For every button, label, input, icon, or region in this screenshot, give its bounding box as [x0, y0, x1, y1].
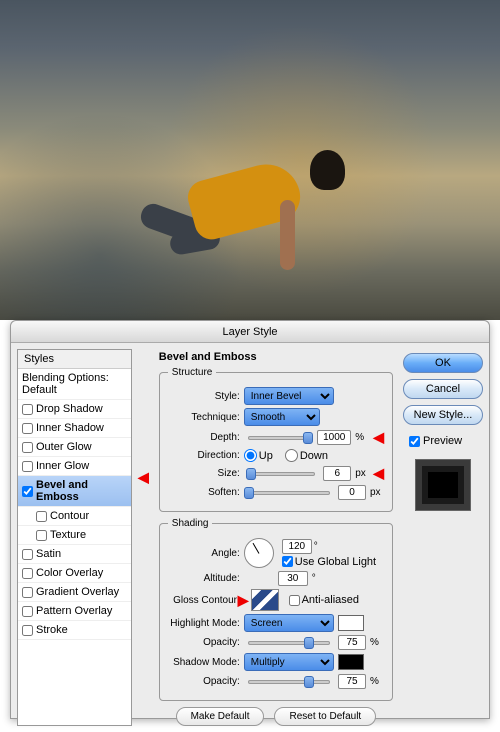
section-title: Bevel and Emboss: [159, 351, 393, 363]
styles-header[interactable]: Styles: [18, 350, 131, 369]
settings-panel: Bevel and Emboss Structure Style: Inner B…: [155, 349, 397, 726]
checkbox-color-overlay[interactable]: [22, 568, 33, 579]
checkbox-inner-glow[interactable]: [22, 461, 33, 472]
blending-options-row[interactable]: Blending Options: Default: [18, 369, 131, 400]
checkbox-stroke[interactable]: [22, 625, 33, 636]
altitude-label: Altitude:: [168, 573, 240, 584]
style-inner-shadow[interactable]: Inner Shadow: [18, 419, 131, 438]
shadow-color-swatch[interactable]: [338, 654, 364, 670]
soften-slider[interactable]: [248, 491, 330, 495]
annotation-arrow-icon: ◀: [373, 429, 384, 446]
make-default-button[interactable]: Make Default: [176, 707, 265, 726]
gloss-contour-picker[interactable]: [251, 589, 279, 611]
preview-swatch: [415, 459, 471, 511]
ok-button[interactable]: OK: [403, 353, 483, 373]
technique-label: Technique:: [168, 412, 240, 423]
altitude-input[interactable]: [278, 571, 308, 586]
highlight-opacity-slider[interactable]: [248, 641, 330, 645]
size-label: Size:: [168, 468, 240, 479]
figure-illustration: [130, 140, 360, 300]
dialog-title: Layer Style: [11, 321, 489, 343]
highlight-opacity-input[interactable]: [338, 635, 366, 650]
style-bevel-emboss[interactable]: Bevel and Emboss: [18, 476, 131, 507]
style-texture[interactable]: Texture: [18, 526, 131, 545]
shadow-opacity-label: Opacity:: [168, 676, 240, 687]
shadow-opacity-slider[interactable]: [248, 680, 330, 684]
style-color-overlay[interactable]: Color Overlay: [18, 564, 131, 583]
highlight-color-swatch[interactable]: [338, 615, 364, 631]
style-drop-shadow[interactable]: Drop Shadow: [18, 400, 131, 419]
depth-slider[interactable]: [248, 436, 309, 440]
checkbox-contour[interactable]: [36, 511, 47, 522]
size-input[interactable]: [323, 466, 351, 481]
highlight-mode-label: Highlight Mode:: [168, 618, 240, 629]
style-satin[interactable]: Satin: [18, 545, 131, 564]
style-label: Style:: [168, 391, 240, 402]
direction-down-radio[interactable]: [285, 449, 298, 462]
dialog-buttons: OK Cancel New Style... Preview: [403, 349, 483, 726]
checkbox-inner-shadow[interactable]: [22, 423, 33, 434]
style-gradient-overlay[interactable]: Gradient Overlay: [18, 583, 131, 602]
checkbox-satin[interactable]: [22, 549, 33, 560]
background-artwork: [0, 0, 500, 320]
annotation-arrow-icon: ◀: [373, 465, 384, 482]
styles-list: Styles Blending Options: Default Drop Sh…: [17, 349, 132, 726]
style-select[interactable]: Inner Bevel: [244, 387, 334, 405]
structure-group: Structure Style: Inner Bevel Technique: Sm…: [159, 367, 393, 512]
antialiased-checkbox[interactable]: [289, 595, 300, 606]
soften-input[interactable]: [338, 485, 366, 500]
shadow-mode-label: Shadow Mode:: [168, 657, 240, 668]
checkbox-bevel-emboss[interactable]: [22, 486, 33, 497]
angle-label: Angle:: [168, 548, 240, 559]
technique-select[interactable]: Smooth: [244, 408, 320, 426]
shadow-opacity-input[interactable]: [338, 674, 366, 689]
soften-label: Soften:: [168, 487, 240, 498]
shadow-mode-select[interactable]: Multiply: [244, 653, 334, 671]
preview-label: Preview: [423, 435, 462, 447]
preview-checkbox[interactable]: [409, 436, 420, 447]
direction-up-radio[interactable]: [244, 449, 257, 462]
shading-group: Shading Angle: ° Use Global Light Altitu…: [159, 518, 393, 701]
new-style-button[interactable]: New Style...: [403, 405, 483, 425]
reset-default-button[interactable]: Reset to Default: [274, 707, 376, 726]
checkbox-gradient-overlay[interactable]: [22, 587, 33, 598]
style-inner-glow[interactable]: Inner Glow: [18, 457, 131, 476]
gloss-contour-label: Gloss Contour:: [168, 595, 240, 606]
style-contour[interactable]: Contour: [18, 507, 131, 526]
checkbox-texture[interactable]: [36, 530, 47, 541]
angle-dial[interactable]: [244, 538, 274, 568]
annotation-arrow-icon: ▶: [238, 592, 249, 609]
angle-input[interactable]: [282, 539, 312, 554]
style-stroke[interactable]: Stroke: [18, 621, 131, 640]
size-slider[interactable]: [248, 472, 315, 476]
checkbox-drop-shadow[interactable]: [22, 404, 33, 415]
annotation-arrow-icon: ◀: [138, 469, 149, 486]
direction-label: Direction:: [168, 450, 240, 461]
structure-legend: Structure: [168, 367, 217, 378]
layer-style-dialog: Layer Style Styles Blending Options: Def…: [10, 320, 490, 719]
global-light-checkbox[interactable]: [282, 556, 293, 567]
cancel-button[interactable]: Cancel: [403, 379, 483, 399]
shading-legend: Shading: [168, 518, 213, 529]
checkbox-pattern-overlay[interactable]: [22, 606, 33, 617]
depth-label: Depth:: [168, 432, 240, 443]
style-outer-glow[interactable]: Outer Glow: [18, 438, 131, 457]
checkbox-outer-glow[interactable]: [22, 442, 33, 453]
style-pattern-overlay[interactable]: Pattern Overlay: [18, 602, 131, 621]
highlight-opacity-label: Opacity:: [168, 637, 240, 648]
highlight-mode-select[interactable]: Screen: [244, 614, 334, 632]
depth-input[interactable]: [317, 430, 351, 445]
